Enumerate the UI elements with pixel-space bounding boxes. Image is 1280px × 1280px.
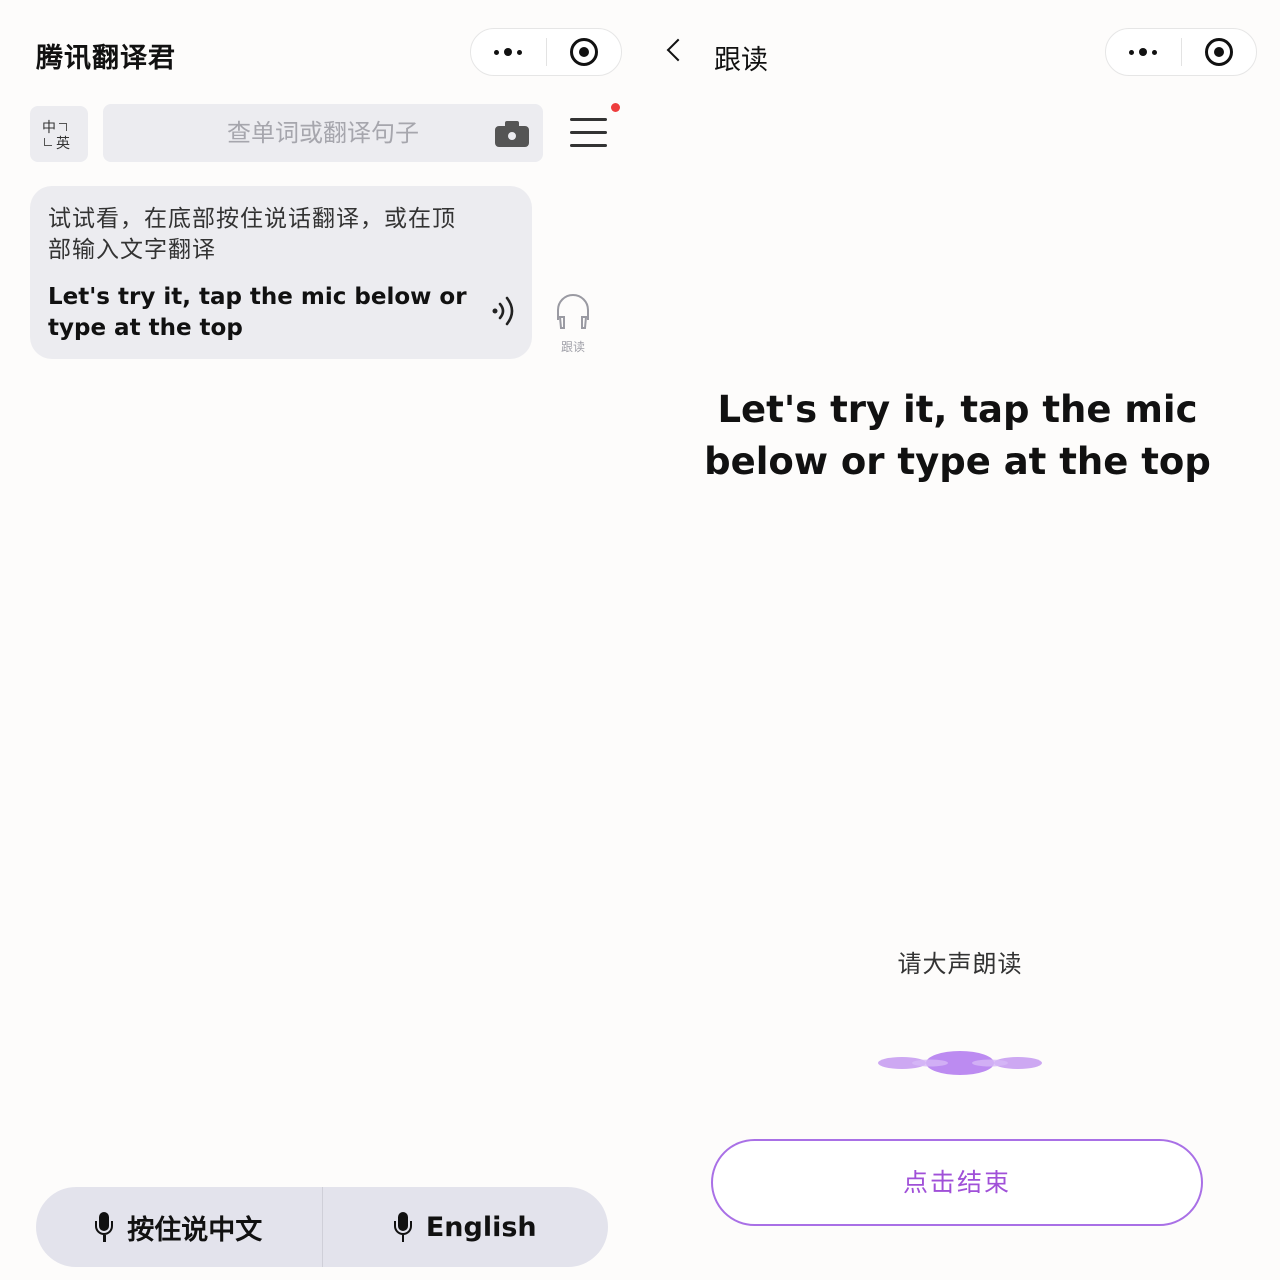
follow-read-button[interactable]: 跟读	[552, 290, 594, 355]
swap-corner-icon	[44, 138, 52, 146]
microphone-icon	[95, 1212, 114, 1242]
translated-text: Let's try it, tap the mic below or type …	[48, 284, 467, 341]
hold-speak-chinese-label: 按住说中文	[127, 1214, 263, 1246]
swap-corner-icon	[59, 123, 67, 131]
end-recording-button[interactable]: 点击结束	[711, 1139, 1203, 1226]
hold-speak-english-button[interactable]: English	[323, 1187, 609, 1267]
more-dots-icon	[1129, 48, 1158, 56]
page-title: 跟读	[714, 45, 768, 76]
language-switch-en: 英	[56, 136, 70, 152]
close-miniprogram-button[interactable]	[547, 29, 622, 75]
capsule-menu	[470, 28, 622, 76]
notification-dot	[611, 103, 620, 112]
translator-home-panel: 腾讯翻译君 中 英 查单词或翻译句子 试试看，在底部按住说话翻译，或在顶部输入文…	[0, 0, 640, 1280]
language-switch-zh: 中	[42, 120, 56, 136]
microphone-icon	[393, 1212, 412, 1242]
speaker-icon[interactable]	[490, 292, 520, 330]
search-input[interactable]: 查单词或翻译句子	[103, 104, 543, 162]
source-text: 试试看，在底部按住说话翻译，或在顶部输入文字翻译	[48, 206, 456, 263]
hamburger-menu-icon[interactable]	[570, 116, 608, 150]
voice-input-bar: 按住说中文 English	[36, 1187, 608, 1267]
back-chevron-icon[interactable]	[666, 38, 690, 62]
camera-icon[interactable]	[495, 121, 529, 147]
voice-waveform-icon	[790, 1051, 1130, 1075]
headphones-icon	[557, 294, 589, 329]
hold-speak-chinese-button[interactable]: 按住说中文	[36, 1187, 322, 1267]
more-options-button[interactable]	[1106, 29, 1181, 75]
capsule-menu	[1105, 28, 1257, 76]
reading-sentence: Let's try it, tap the mic below or type …	[704, 388, 1211, 483]
translation-card[interactable]: 试试看，在底部按住说话翻译，或在顶部输入文字翻译 Let's try it, t…	[30, 186, 532, 359]
more-dots-icon	[494, 48, 523, 56]
follow-read-label: 跟读	[560, 340, 585, 354]
search-placeholder: 查单词或翻译句子	[227, 119, 419, 147]
close-miniprogram-button[interactable]	[1182, 29, 1257, 75]
target-circle-icon	[1204, 38, 1233, 66]
follow-read-panel: 跟读 Let's try it, tap the mic below or ty…	[640, 0, 1280, 1280]
read-aloud-prompt: 请大声朗读	[897, 950, 1023, 978]
more-options-button[interactable]	[471, 29, 546, 75]
language-switch-button[interactable]: 中 英	[30, 106, 88, 162]
hold-speak-english-label: English	[425, 1211, 537, 1243]
app-title: 腾讯翻译君	[36, 43, 176, 74]
target-circle-icon	[569, 38, 598, 66]
